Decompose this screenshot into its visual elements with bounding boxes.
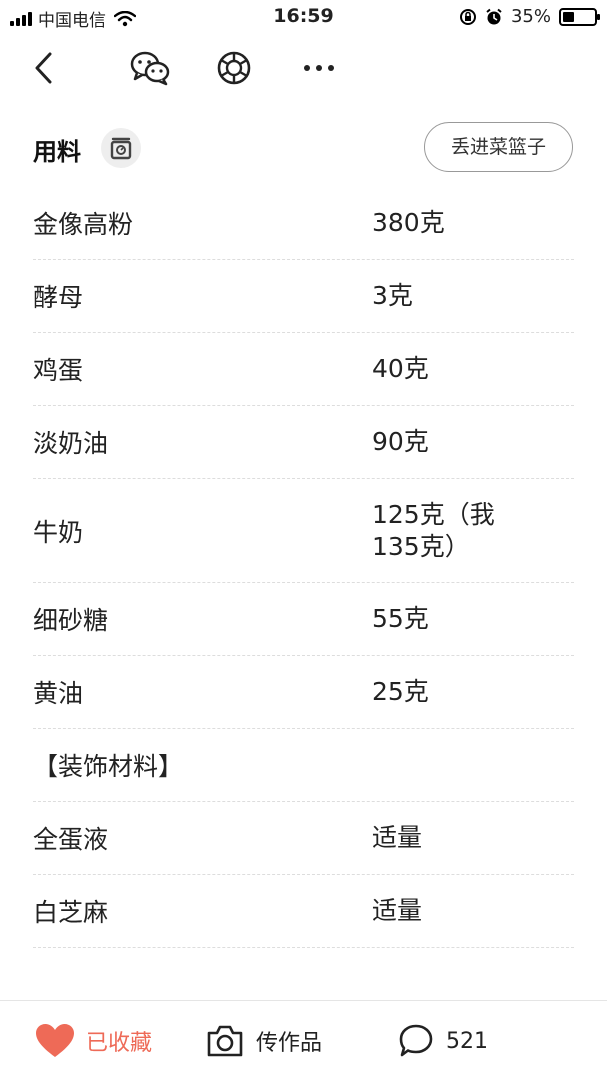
ingredient-amount: 适量 [372,823,423,852]
share-wechat-button[interactable] [126,46,174,90]
ingredient-name: 酵母 [33,283,84,312]
back-button[interactable] [20,46,68,90]
battery-fill [563,11,574,22]
rotation-lock-icon [459,8,476,25]
scale-icon [110,137,132,160]
comments-button[interactable]: 521 [398,1021,488,1061]
ingredient-amount: 125克（我135克） [372,499,495,561]
ingredient-name: 黄油 [33,679,84,708]
ingredient-name: 白芝麻 [33,898,109,927]
upload-work-button[interactable]: 传作品 [206,1021,322,1061]
ingredient-amount: 380克 [372,208,445,237]
ingredient-row: 鸡蛋 40克 [33,333,574,406]
add-to-basket-button[interactable]: 丢进菜篮子 [424,122,573,172]
ingredient-amount: 40克 [372,354,429,383]
ingredient-name: 牛奶 [33,517,84,547]
camera-icon [207,1025,243,1057]
status-bar: 中国电信 16:59 35% [0,0,607,34]
ingredient-amount: 适量 [372,896,423,925]
comment-count: 521 [446,1028,488,1054]
ingredient-row: 白芝麻 适量 [33,875,574,948]
ingredient-row: 全蛋液 适量 [33,802,574,875]
moments-icon [217,51,251,85]
ingredients-header: 用料 丢进菜篮子 [0,120,607,176]
comment-icon [399,1024,433,1057]
share-moments-button[interactable] [210,46,258,90]
ingredient-name: 金像高粉 [33,210,134,239]
status-right: 35% [459,6,600,27]
ingredient-row: 金像高粉 380克 [33,187,574,260]
alarm-icon [486,8,502,24]
ingredient-name: 全蛋液 [33,825,109,854]
ingredient-row: 淡奶油 90克 [33,406,574,479]
ingredient-amount: 3克 [372,281,413,310]
favorite-label: 已收藏 [86,1031,153,1056]
ingredient-row: 黄油 25克 [33,656,574,729]
ingredient-list: 金像高粉 380克酵母 3克鸡蛋 40克淡奶油 90克牛奶 125克（我135克） 细砂糖 5… [0,187,607,948]
back-icon [35,52,52,84]
favorite-button[interactable]: 已收藏 [36,1021,152,1061]
more-button[interactable] [295,46,343,90]
ingredient-name: 淡奶油 [33,429,109,458]
ingredient-row: 【装饰材料】 [33,729,574,802]
ingredient-amount: 90克 [372,427,429,456]
wechat-icon [130,51,170,86]
battery-percent: 35% [510,6,551,27]
upload-label: 传作品 [256,1031,323,1056]
ingredient-amount: 55克 [372,604,429,633]
bottom-bar: 已收藏 传作品 521 [0,1000,607,1080]
ingredient-amount: 25克 [372,677,429,706]
ingredient-row: 酵母 3克 [33,260,574,333]
ingredient-name: 鸡蛋 [33,356,84,385]
ingredient-name: 细砂糖 [33,606,109,635]
heart-icon [36,1024,74,1057]
more-icon [304,65,334,71]
ingredient-row: 牛奶 125克（我135克） [33,479,574,583]
ingredient-row: 细砂糖 55克 [33,583,574,656]
battery-icon [559,7,600,26]
scale-button[interactable] [101,128,141,168]
ingredient-name: 【装饰材料】 [33,752,184,781]
nav-bar [0,38,607,98]
section-title: 用料 [33,138,81,166]
